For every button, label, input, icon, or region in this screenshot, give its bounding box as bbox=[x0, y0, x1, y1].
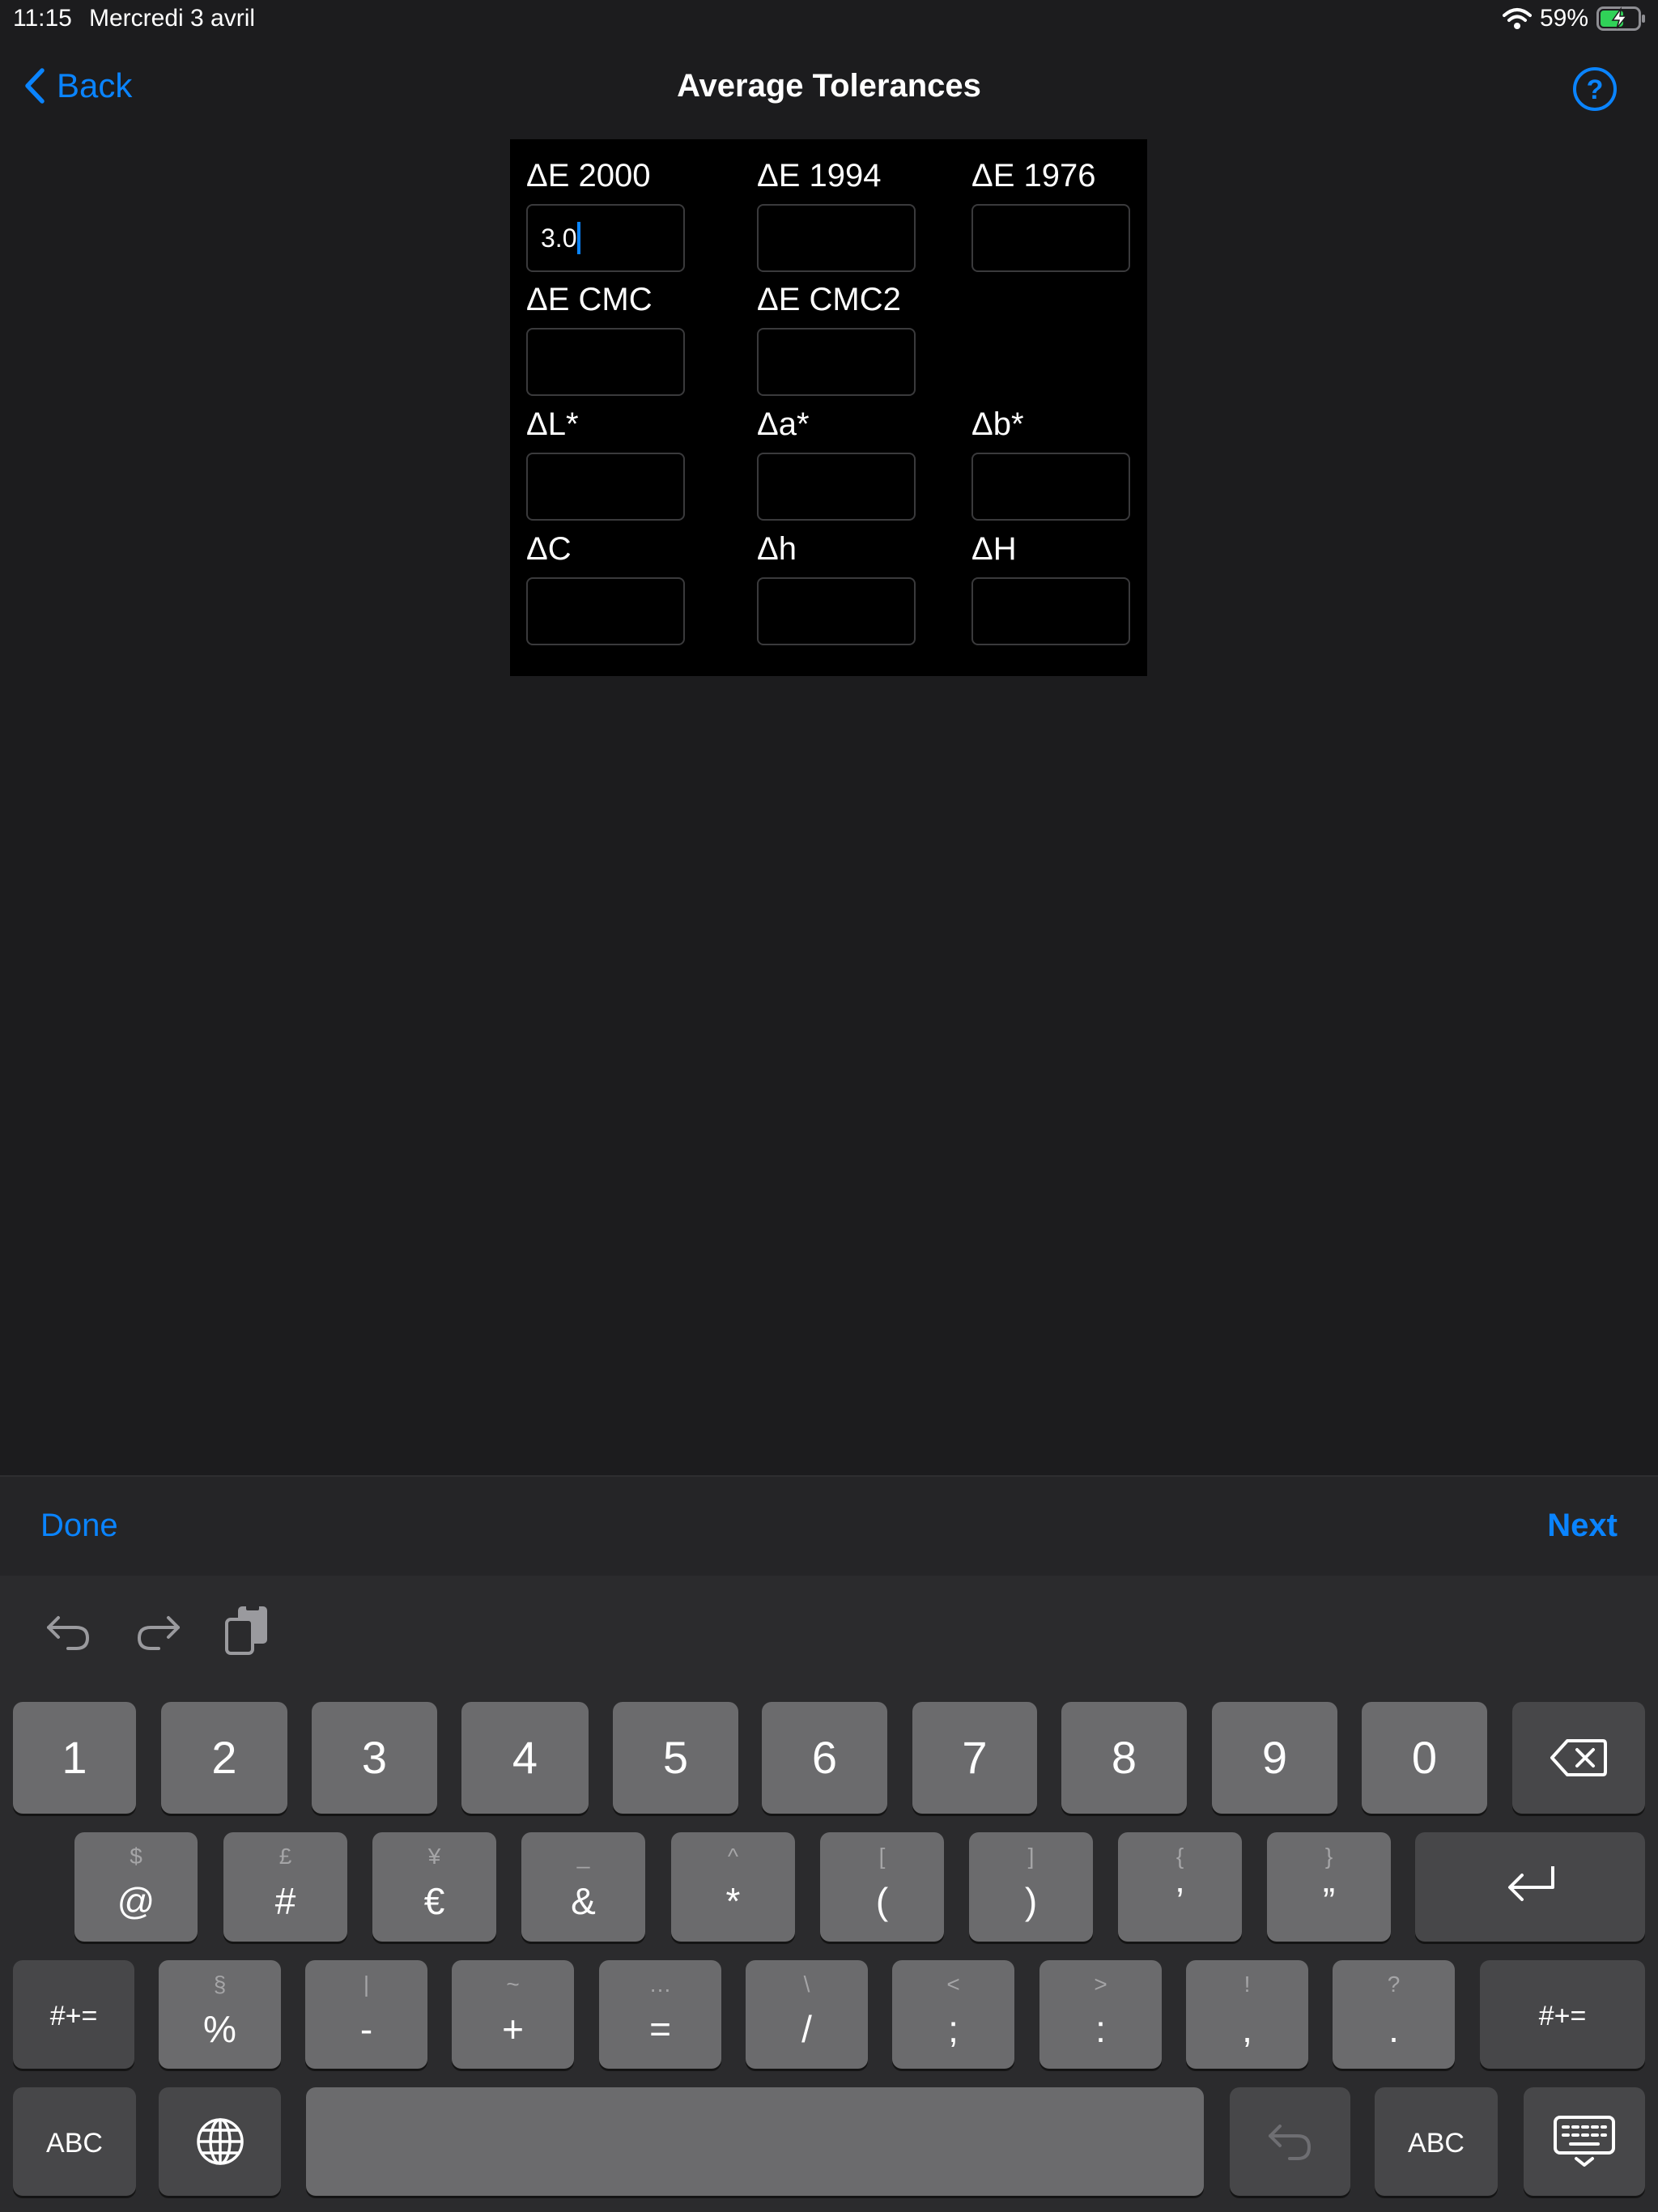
field-label: ΔC bbox=[526, 531, 572, 567]
field-label: ΔE 1976 bbox=[971, 158, 1096, 194]
field-dc: ΔC bbox=[526, 530, 688, 645]
decmc-input[interactable] bbox=[526, 328, 685, 396]
abc-key-right[interactable]: ABC bbox=[1375, 2087, 1498, 2196]
keyboard-accessory-bar: Done Next bbox=[0, 1475, 1658, 1576]
dh-input[interactable] bbox=[757, 577, 916, 645]
next-button[interactable]: Next bbox=[1547, 1508, 1618, 1544]
de1994-input[interactable] bbox=[757, 204, 916, 272]
field-label: ΔE CMC bbox=[526, 282, 653, 317]
keyboard: 1 2 3 4 5 6 7 8 9 0 $ @ £ # ¥ € _ & ^ * [( ])… bbox=[0, 1576, 1658, 2212]
input-value: 3.0 bbox=[541, 223, 577, 253]
key-comma[interactable]: !, bbox=[1186, 1960, 1308, 2069]
key-ampersand[interactable]: _ & bbox=[521, 1832, 645, 1942]
field-label: ΔE 2000 bbox=[526, 158, 651, 194]
key-semicolon[interactable]: <; bbox=[892, 1960, 1014, 2069]
dc-input[interactable] bbox=[526, 577, 685, 645]
battery-charging-icon bbox=[1596, 6, 1645, 31]
status-bar: 11:15 Mercredi 3 avril 59% bbox=[0, 0, 1658, 39]
svg-text:?: ? bbox=[1587, 74, 1604, 105]
field-label: Δb* bbox=[971, 406, 1024, 442]
key-equals[interactable]: … = bbox=[599, 1960, 721, 2069]
key-period[interactable]: ?. bbox=[1333, 1960, 1455, 2069]
backspace-icon bbox=[1550, 1739, 1607, 1776]
clipboard-icon[interactable] bbox=[220, 1602, 277, 1658]
field-db: Δb* bbox=[971, 406, 1133, 521]
field-dl: ΔL* bbox=[526, 406, 688, 521]
key-hash[interactable]: £ # bbox=[223, 1832, 347, 1942]
da-input[interactable] bbox=[757, 453, 916, 521]
text-caret bbox=[577, 222, 581, 254]
key-percent[interactable]: §% bbox=[159, 1960, 281, 2069]
return-icon bbox=[1508, 1866, 1554, 1901]
field-da: Δa* bbox=[757, 406, 919, 521]
field-label: ΔL* bbox=[526, 406, 579, 442]
field-label: ΔE 1994 bbox=[757, 158, 882, 194]
wifi-icon bbox=[1502, 8, 1532, 29]
key-0[interactable]: 0 bbox=[1362, 1702, 1487, 1814]
field-label: Δa* bbox=[757, 406, 810, 442]
undo-arrow-icon bbox=[1269, 2125, 1312, 2160]
return-key[interactable] bbox=[1415, 1832, 1645, 1942]
field-label: ΔH bbox=[971, 531, 1017, 567]
symbols-key-left[interactable]: #+= bbox=[13, 1960, 134, 2069]
tolerance-form: ΔE 2000 3.0 ΔE 1994 ΔE 1976 ΔE CMC ΔE CM… bbox=[510, 139, 1147, 676]
key-slash[interactable]: \ / bbox=[746, 1960, 868, 2069]
key-8[interactable]: 8 bbox=[1061, 1702, 1187, 1814]
globe-key[interactable] bbox=[159, 2087, 281, 2196]
key-at[interactable]: $ @ bbox=[74, 1832, 198, 1942]
field-label: Δh bbox=[757, 531, 797, 567]
dl-input[interactable] bbox=[526, 453, 685, 521]
key-paren-left[interactable]: [( bbox=[820, 1832, 944, 1942]
dhue-input[interactable] bbox=[971, 577, 1130, 645]
key-euro[interactable]: ¥ € bbox=[372, 1832, 496, 1942]
key-hyphen[interactable]: | - bbox=[305, 1960, 427, 2069]
key-paren-right[interactable]: ]) bbox=[969, 1832, 1093, 1942]
undo-icon[interactable] bbox=[40, 1602, 97, 1658]
de2000-input[interactable]: 3.0 bbox=[526, 204, 685, 272]
battery-percent: 59% bbox=[1539, 5, 1588, 32]
field-label: ΔE CMC2 bbox=[757, 282, 901, 317]
key-5[interactable]: 5 bbox=[613, 1702, 738, 1814]
key-quote[interactable]: }” bbox=[1267, 1832, 1391, 1942]
keyboard-dismiss-icon bbox=[1554, 2116, 1615, 2167]
key-plus[interactable]: ~ + bbox=[452, 1960, 574, 2069]
decmc2-input[interactable] bbox=[757, 328, 916, 396]
de1976-input[interactable] bbox=[971, 204, 1130, 272]
redo-icon[interactable] bbox=[130, 1602, 186, 1658]
space-key[interactable] bbox=[306, 2087, 1204, 2196]
globe-icon bbox=[197, 2118, 244, 2165]
help-icon[interactable]: ? bbox=[1572, 66, 1618, 112]
key-1[interactable]: 1 bbox=[13, 1702, 136, 1814]
key-4[interactable]: 4 bbox=[461, 1702, 589, 1814]
page-title: Average Tolerances bbox=[677, 68, 981, 104]
abc-key-left[interactable]: ABC bbox=[13, 2087, 136, 2196]
key-colon[interactable]: >: bbox=[1039, 1960, 1162, 2069]
key-2[interactable]: 2 bbox=[161, 1702, 287, 1814]
status-date: Mercredi 3 avril bbox=[89, 5, 256, 32]
key-9[interactable]: 9 bbox=[1212, 1702, 1337, 1814]
status-time: 11:15 bbox=[13, 5, 72, 32]
field-de1994: ΔE 1994 bbox=[757, 157, 919, 272]
key-7[interactable]: 7 bbox=[912, 1702, 1037, 1814]
field-dhue: ΔH bbox=[971, 530, 1133, 645]
key-6[interactable]: 6 bbox=[762, 1702, 887, 1814]
field-decmc2: ΔE CMC2 bbox=[757, 281, 919, 396]
done-button[interactable]: Done bbox=[40, 1508, 118, 1544]
field-decmc: ΔE CMC bbox=[526, 281, 688, 396]
backspace-key[interactable] bbox=[1512, 1702, 1645, 1814]
symbols-key-right[interactable]: #+= bbox=[1480, 1960, 1645, 2069]
key-3[interactable]: 3 bbox=[312, 1702, 437, 1814]
key-apostrophe[interactable]: {’ bbox=[1118, 1832, 1242, 1942]
undo-key[interactable] bbox=[1230, 2087, 1350, 2196]
keyboard-dismiss-key[interactable] bbox=[1524, 2087, 1645, 2196]
field-de1976: ΔE 1976 bbox=[971, 157, 1133, 272]
key-asterisk[interactable]: ^ * bbox=[671, 1832, 795, 1942]
status-indicators: 59% bbox=[1502, 5, 1647, 32]
field-de2000: ΔE 2000 3.0 bbox=[526, 157, 688, 272]
db-input[interactable] bbox=[971, 453, 1130, 521]
field-dh: Δh bbox=[757, 530, 919, 645]
